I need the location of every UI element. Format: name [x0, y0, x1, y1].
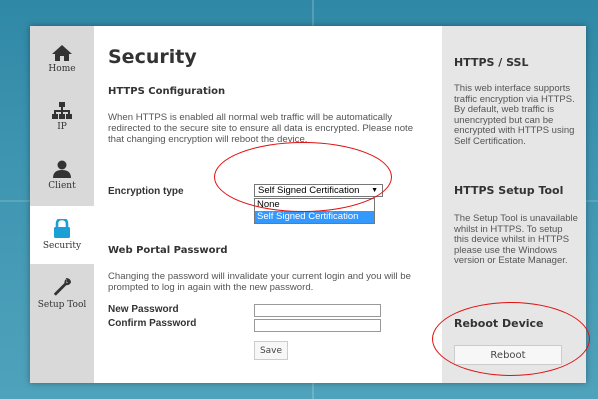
option-none[interactable]: None: [255, 199, 374, 211]
confirm-password-input[interactable]: [254, 319, 381, 332]
dropdown-arrow-icon: ▼: [371, 187, 378, 194]
network-icon: [52, 102, 72, 119]
password-description: Changing the password will invalidate yo…: [108, 271, 411, 293]
https-setup-tool-text: The Setup Tool is unavailable whilst in …: [454, 213, 578, 267]
sidebar-item-security[interactable]: Security: [30, 206, 94, 264]
lock-icon: [54, 219, 70, 238]
encryption-type-select[interactable]: Self Signed Certification ▼: [254, 184, 383, 197]
reboot-device-heading: Reboot Device: [454, 317, 544, 330]
sidebar-item-label: Home: [48, 63, 76, 74]
save-button[interactable]: Save: [254, 341, 288, 360]
option-self-signed[interactable]: Self Signed Certification: [255, 211, 374, 223]
encryption-type-label: Encryption type: [108, 186, 184, 197]
https-description: When HTTPS is enabled all normal web tra…: [108, 112, 414, 145]
sidebar-item-label: IP: [57, 122, 67, 132]
sidebar-item-client[interactable]: Client: [30, 146, 94, 204]
sidebar-item-label: Security: [42, 241, 82, 251]
main-panel: Security HTTPS Configuration When HTTPS …: [94, 26, 442, 383]
new-password-input[interactable]: [254, 304, 381, 317]
sidebar: Home IP Client Security Setup Tool: [30, 26, 94, 383]
https-setup-tool-heading: HTTPS Setup Tool: [454, 184, 564, 197]
encryption-type-dropdown: None Self Signed Certification: [254, 198, 375, 224]
home-icon: [52, 44, 72, 61]
confirm-password-label: Confirm Password: [108, 318, 197, 329]
reboot-button[interactable]: Reboot: [454, 345, 562, 365]
sidebar-item-label: Setup Tool: [37, 299, 87, 310]
sidebar-item-ip[interactable]: IP: [30, 88, 94, 146]
user-icon: [53, 160, 71, 178]
wrench-icon: [54, 277, 71, 295]
help-panel: HTTPS / SSL This web interface supports …: [442, 26, 586, 383]
new-password-label: New Password: [108, 304, 179, 315]
https-config-heading: HTTPS Configuration: [108, 86, 226, 97]
encryption-type-value: Self Signed Certification: [258, 185, 360, 196]
web-portal-password-heading: Web Portal Password: [108, 245, 228, 256]
sidebar-item-home[interactable]: Home: [30, 30, 94, 88]
sidebar-item-label: Client: [48, 180, 76, 191]
https-ssl-text: This web interface supports traffic encr…: [454, 83, 575, 147]
page-title: Security: [108, 46, 197, 68]
https-ssl-heading: HTTPS / SSL: [454, 56, 529, 69]
sidebar-item-setup-tool[interactable]: Setup Tool: [30, 264, 94, 322]
app-window: Home IP Client Security Setup Tool Secur…: [30, 26, 586, 383]
